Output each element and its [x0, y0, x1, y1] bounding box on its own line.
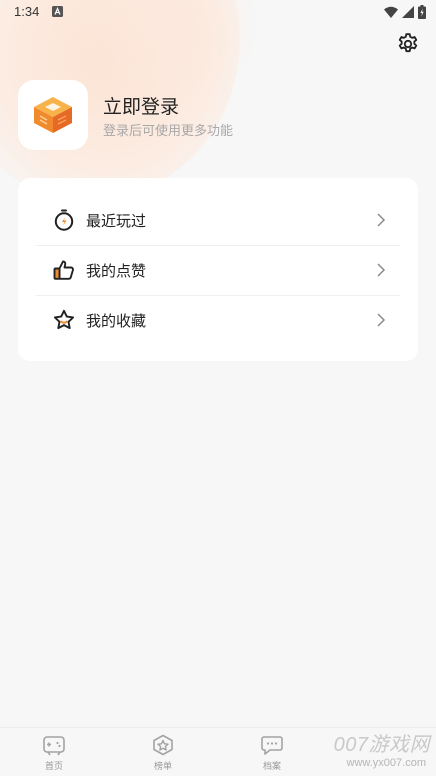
menu-item-recently-played[interactable]: 最近玩过 [36, 195, 400, 245]
chevron-right-icon [377, 263, 386, 277]
watermark-url: www.yx007.com [346, 757, 426, 769]
watermark-logo: 007游戏网 [333, 734, 430, 756]
gamepad-icon [43, 736, 65, 756]
tab-label: 档案 [262, 762, 281, 772]
tab-ranking[interactable]: 榜单 [133, 734, 193, 774]
thumbs-up-icon [53, 260, 74, 280]
battery-icon [418, 5, 426, 19]
chat-bubble-icon [261, 736, 283, 755]
status-icons [384, 5, 426, 19]
tab-archive[interactable]: 档案 [242, 734, 302, 774]
menu-item-label: 最近玩过 [86, 211, 147, 230]
menu-item-label: 我的点赞 [86, 261, 147, 280]
signal-icon [402, 6, 414, 18]
tab-label: 首页 [44, 762, 63, 772]
profile-screen: 1:34 立即登录 登录后可使用更多功能 最近玩过 我的点赞 我的收藏 首页 榜… [0, 0, 436, 776]
menu-item-label: 我的收藏 [86, 311, 147, 330]
avatar[interactable] [18, 80, 88, 150]
timer-icon [54, 209, 74, 231]
login-title[interactable]: 立即登录 [103, 92, 179, 119]
tab-label: 榜单 [153, 762, 172, 772]
status-bar: 1:34 [0, 0, 436, 24]
status-time: 1:34 [14, 4, 40, 19]
star-icon [53, 309, 75, 330]
menu-item-my-favorites[interactable]: 我的收藏 [36, 295, 400, 345]
ranking-star-icon [153, 734, 173, 756]
chevron-right-icon [377, 213, 386, 227]
tab-home[interactable]: 首页 [24, 734, 84, 774]
chevron-right-icon [377, 313, 386, 327]
wifi-icon [384, 6, 398, 18]
menu-card: 最近玩过 我的点赞 我的收藏 [18, 178, 418, 361]
app-logo-icon [34, 97, 72, 133]
settings-gear-icon[interactable] [396, 32, 420, 56]
login-subtitle: 登录后可使用更多功能 [103, 124, 234, 139]
notification-a-icon [52, 6, 63, 17]
menu-item-my-likes[interactable]: 我的点赞 [36, 245, 400, 295]
